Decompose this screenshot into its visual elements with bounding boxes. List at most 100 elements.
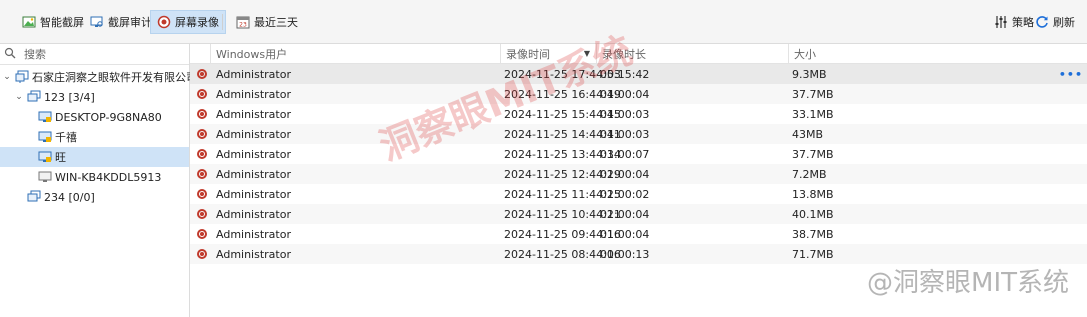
- picture-icon: [22, 15, 36, 29]
- calendar-icon: 23: [236, 15, 250, 29]
- record-icon: [197, 109, 207, 119]
- cell-duration: 01:00:02: [600, 187, 650, 201]
- record-status-cell: [197, 204, 207, 224]
- sort-descending-icon: ▼: [583, 49, 590, 58]
- cell-size: 40.1MB: [792, 207, 834, 221]
- cell-size: 7.2MB: [792, 167, 827, 181]
- computer-offline-icon: [38, 170, 52, 184]
- record-icon: [157, 15, 171, 29]
- screen-recording-label: 屏幕录像: [175, 16, 219, 29]
- record-status-cell: [197, 124, 207, 144]
- tree-node-pc-desktop[interactable]: DESKTOP-9G8NA80: [38, 107, 162, 127]
- refresh-icon: [1035, 15, 1049, 29]
- tree-node-pc-qianxi[interactable]: 千禧: [38, 127, 77, 147]
- cell-user: Administrator: [216, 167, 291, 181]
- cell-duration: 01:00:04: [600, 227, 650, 241]
- table-row[interactable]: Administrator 2024-11-25 10:44:21 01:00:04…: [190, 204, 1087, 224]
- cell-duration: 01:00:13: [600, 247, 650, 261]
- record-icon: [197, 209, 207, 219]
- toolbar: 智能截屏 截屏审计 屏幕录像 23 最近三天 策略 刷新: [0, 0, 1087, 44]
- last-three-days-label: 最近三天: [254, 16, 298, 29]
- table-row[interactable]: Administrator 2024-11-25 13:44:34 01:00:07…: [190, 144, 1087, 164]
- computer-online-icon: [38, 150, 52, 164]
- table-row[interactable]: Administrator 2024-11-25 08:44:06 01:00:13…: [190, 244, 1087, 264]
- column-header-time[interactable]: 录像时间 ▼: [500, 44, 596, 63]
- cell-user: Administrator: [216, 227, 291, 241]
- record-status-cell: [197, 184, 207, 204]
- computer-online-icon: [38, 110, 52, 124]
- screenshot-audit-button[interactable]: 截屏审计: [84, 10, 158, 34]
- cell-user: Administrator: [216, 147, 291, 161]
- tree-node-group-123[interactable]: ⌄ 123 [3/4]: [14, 87, 95, 107]
- collapse-arrow-icon[interactable]: ⌄: [14, 92, 24, 102]
- time-header-label: 录像时间: [506, 47, 550, 61]
- cell-size: 13.8MB: [792, 187, 834, 201]
- search-placeholder: 搜索: [24, 48, 46, 61]
- cell-size: 38.7MB: [792, 227, 834, 241]
- record-status-cell: [197, 144, 207, 164]
- table-row[interactable]: Administrator 2024-11-25 14:44:41 01:00:03…: [190, 124, 1087, 144]
- cell-size: 9.3MB: [792, 67, 827, 81]
- sliders-icon: [994, 15, 1008, 29]
- cell-size: 33.1MB: [792, 107, 834, 121]
- table-row[interactable]: Administrator 2024-11-25 16:44:49 01:00:04…: [190, 84, 1087, 104]
- group-123-label: 123 [3/4]: [44, 90, 95, 104]
- record-icon: [197, 149, 207, 159]
- pc-qianxi-label: 千禧: [55, 131, 77, 144]
- user-header-label: Windows用户: [216, 47, 288, 61]
- column-header-user[interactable]: Windows用户: [210, 44, 500, 63]
- table-header: Windows用户 录像时间 ▼ 录像时长 大小: [190, 44, 1087, 64]
- tree-node-pc-win[interactable]: WIN-KB4KDDL5913: [38, 167, 161, 187]
- table-row[interactable]: Administrator 2024-11-25 11:44:25 01:00:02…: [190, 184, 1087, 204]
- last-three-days-button[interactable]: 23 最近三天: [230, 10, 304, 34]
- group-icon: [27, 90, 41, 104]
- cell-user: Administrator: [216, 107, 291, 121]
- cell-user: Administrator: [216, 207, 291, 221]
- computer-online-icon: [38, 130, 52, 144]
- table-row[interactable]: Administrator 2024-11-25 15:44:45 01:00:03…: [190, 104, 1087, 124]
- monitor-search-icon: [90, 15, 104, 29]
- column-header-duration[interactable]: 录像时长: [596, 44, 788, 63]
- column-header-size[interactable]: 大小: [788, 44, 1070, 63]
- tree-node-group-234[interactable]: 234 [0/0]: [27, 187, 95, 207]
- record-icon: [197, 189, 207, 199]
- table-row[interactable]: Administrator 2024-11-25 09:44:16 01:00:04…: [190, 224, 1087, 244]
- more-options-icon[interactable]: •••: [1059, 64, 1083, 84]
- record-icon: [197, 129, 207, 139]
- cell-size: 43MB: [792, 127, 824, 141]
- table-row[interactable]: Administrator 2024-11-25 17:44:53 00:15:42…: [190, 64, 1087, 84]
- record-icon: [197, 229, 207, 239]
- cell-duration: 01:00:04: [600, 207, 650, 221]
- cell-user: Administrator: [216, 127, 291, 141]
- duration-header-label: 录像时长: [602, 47, 646, 61]
- record-icon: [197, 249, 207, 259]
- pc-wang-label: 旺: [55, 151, 66, 164]
- record-status-cell: [197, 104, 207, 124]
- cell-duration: 01:00:04: [600, 167, 650, 181]
- cell-duration: 00:15:42: [600, 67, 650, 81]
- table-row[interactable]: Administrator 2024-11-25 12:44:29 01:00:04…: [190, 164, 1087, 184]
- record-icon: [197, 69, 207, 79]
- record-status-cell: [197, 224, 207, 244]
- cell-user: Administrator: [216, 187, 291, 201]
- svg-text:23: 23: [239, 22, 247, 29]
- cell-duration: 01:00:03: [600, 127, 650, 141]
- size-header-label: 大小: [794, 47, 816, 61]
- tree-search[interactable]: 搜索: [0, 44, 189, 65]
- tree-node-pc-wang-selected[interactable]: 旺: [0, 147, 189, 167]
- cell-duration: 01:00:07: [600, 147, 650, 161]
- search-icon: [4, 47, 18, 62]
- pc-desktop-label: DESKTOP-9G8NA80: [55, 110, 162, 124]
- toolbar-divider: [222, 14, 223, 30]
- record-status-cell: [197, 164, 207, 184]
- recordings-table: Windows用户 录像时间 ▼ 录像时长 大小 Administrator 20…: [190, 44, 1087, 317]
- smart-screenshot-label: 智能截屏: [40, 16, 84, 29]
- collapse-arrow-icon[interactable]: ⌄: [2, 72, 12, 82]
- smart-screenshot-button[interactable]: 智能截屏: [16, 10, 90, 34]
- pc-win-label: WIN-KB4KDDL5913: [55, 170, 162, 184]
- screen-recording-button[interactable]: 屏幕录像: [150, 10, 226, 34]
- cell-size: 71.7MB: [792, 247, 834, 261]
- cell-duration: 01:00:04: [600, 87, 650, 101]
- record-icon: [197, 169, 207, 179]
- refresh-button[interactable]: 刷新: [1029, 10, 1081, 34]
